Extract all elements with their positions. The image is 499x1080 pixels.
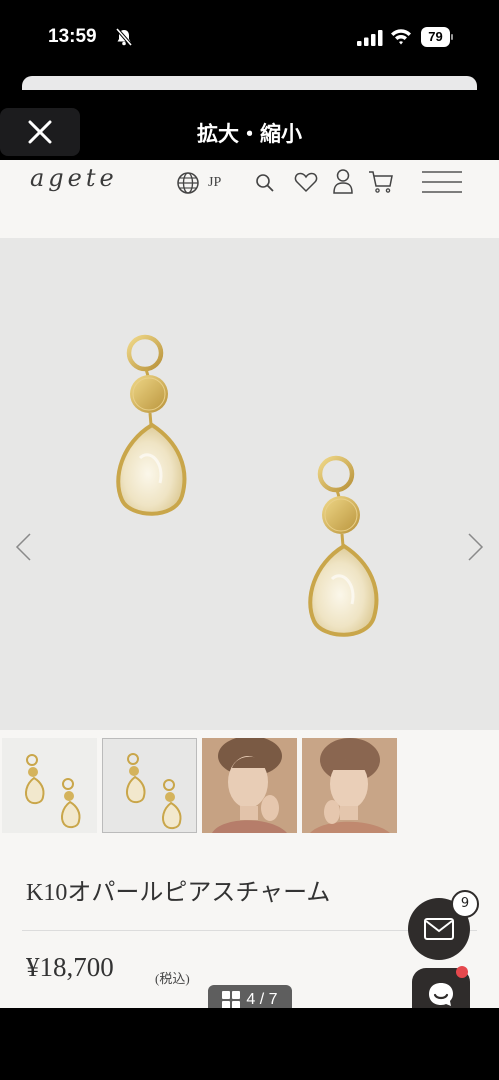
menu-icon[interactable] [422,170,462,194]
earring-right [308,455,379,637]
search-icon[interactable] [255,173,275,193]
heart-icon[interactable] [294,171,318,193]
page-counter: 4 / 7 [246,991,278,1008]
thumbnail-3-model[interactable] [202,738,297,833]
grid-icon[interactable] [222,991,241,1009]
mute-icon [115,27,133,47]
globe-icon[interactable] [176,171,200,195]
sheet-grabber [22,76,477,90]
wifi-icon [391,29,411,45]
bottom-bar [0,1008,499,1080]
tax-note: (税込) [155,971,190,986]
status-time: 13:59 [48,26,97,47]
zoomed-page[interactable]: agete JP K10オパールピアスチャーム ¥18,700 (税込) 9 [0,160,499,1008]
next-arrow-icon[interactable] [465,532,485,562]
close-button[interactable] [0,108,80,156]
battery-level: 79 [421,27,450,47]
earring-pair-image [116,334,379,637]
thumbnail-4-model[interactable] [302,738,397,833]
thumbnail-2-selected[interactable] [102,738,197,833]
earring-left [116,334,187,516]
mail-badge: 9 [451,890,479,918]
mail-icon [424,918,454,940]
language-label[interactable]: JP [208,175,221,191]
cart-icon[interactable] [368,170,394,194]
prev-arrow-icon[interactable] [14,532,34,562]
chat-icon [429,983,453,1006]
notification-dot [456,966,468,978]
product-image[interactable] [0,238,499,730]
product-price: ¥18,700 [26,952,114,982]
thumbnail-1[interactable] [2,738,97,833]
battery-icon: 79 [421,27,453,47]
product-name: K10オパールピアスチャーム [26,880,331,906]
user-icon[interactable] [332,168,354,194]
brand-logo[interactable]: agete [30,164,118,192]
close-icon [28,120,52,144]
thumbnail-strip [0,738,499,838]
signal-icon [357,30,383,46]
site-header: agete JP [0,160,499,238]
status-bar: 13:59 79 [0,0,499,75]
